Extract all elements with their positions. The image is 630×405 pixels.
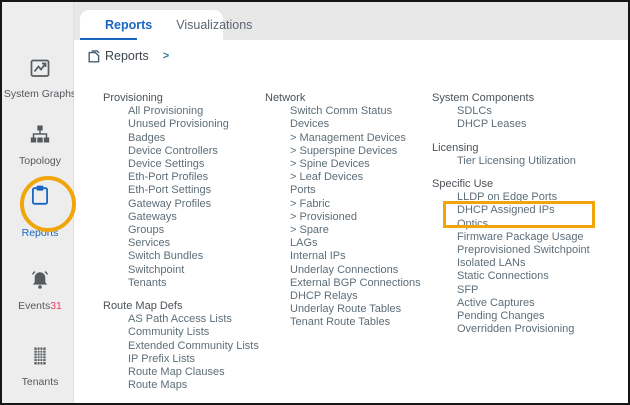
report-link-leaf-devices[interactable]: > Leaf Devices	[265, 171, 431, 184]
report-column-1: ProvisioningAll ProvisioningUnused Provi…	[103, 92, 263, 402]
report-section-route-map-defs: Route Map DefsAS Path Access ListsCommun…	[103, 300, 263, 392]
section-title: Provisioning	[103, 92, 263, 105]
report-link-device-controllers[interactable]: Device Controllers	[103, 145, 263, 158]
report-link-route-map-clauses[interactable]: Route Map Clauses	[103, 366, 263, 379]
report-link-services[interactable]: Services	[103, 237, 263, 250]
report-link-pending-changes[interactable]: Pending Changes	[432, 310, 630, 323]
report-link-tier-licensing-utilization[interactable]: Tier Licensing Utilization	[432, 155, 630, 168]
report-link-superspine-devices[interactable]: > Superspine Devices	[265, 145, 431, 158]
report-link-switch-comm-status[interactable]: Switch Comm Status	[265, 105, 431, 118]
report-link-sfp[interactable]: SFP	[432, 284, 630, 297]
report-link-active-captures[interactable]: Active Captures	[432, 297, 630, 310]
report-link-unused-provisioning[interactable]: Unused Provisioning	[103, 118, 263, 131]
report-column-3: System ComponentsSDLCsDHCP Leases Licensi…	[432, 92, 630, 346]
section-title: Licensing	[432, 142, 630, 155]
report-link-firmware-package-usage[interactable]: Firmware Package Usage	[432, 231, 630, 244]
breadcrumb-item[interactable]: Reports	[105, 49, 149, 63]
report-link-optics[interactable]: Optics	[432, 218, 630, 231]
report-link-eth-port-profiles[interactable]: Eth-Port Profiles	[103, 171, 263, 184]
report-link-dhcp-leases[interactable]: DHCP Leases	[432, 118, 630, 131]
report-link-as-path-access-lists[interactable]: AS Path Access Lists	[103, 313, 263, 326]
report-link-tenant-route-tables[interactable]: Tenant Route Tables	[265, 316, 431, 329]
report-link-spine-devices[interactable]: > Spine Devices	[265, 158, 431, 171]
report-link-switchpoint[interactable]: Switchpoint	[103, 264, 263, 277]
section-title: System Components	[432, 92, 630, 105]
sidebar-item-topology[interactable]: Topology	[2, 123, 78, 167]
report-link-underlay-connections[interactable]: Underlay Connections	[265, 264, 431, 277]
breadcrumb-chevron-icon: >	[163, 50, 169, 62]
report-link-spare[interactable]: > Spare	[265, 224, 431, 237]
sidebar-item-label: Tenants	[2, 376, 78, 388]
sidebar-item-system-graphs[interactable]: System Graphs	[2, 56, 78, 100]
report-link-isolated-lans[interactable]: Isolated LANs	[432, 257, 630, 270]
report-icon	[88, 50, 100, 63]
report-link-devices[interactable]: Devices	[265, 118, 431, 131]
breadcrumb: Reports >	[88, 49, 169, 63]
report-column-2: NetworkSwitch Comm StatusDevices> Manage…	[265, 92, 431, 340]
topology-icon	[28, 123, 52, 147]
tab-visualizations[interactable]: Visualizations	[164, 18, 264, 32]
line-chart-icon	[28, 56, 52, 80]
report-section-licensing: LicensingTier Licensing Utilization	[432, 142, 630, 168]
report-link-gateways[interactable]: Gateways	[103, 211, 263, 224]
report-link-lldp-on-edge-ports[interactable]: LLDP on Edge Ports	[432, 191, 630, 204]
main-panel: Reports > ProvisioningAll ProvisioningUn…	[74, 40, 628, 403]
report-link-sdlcs[interactable]: SDLCs	[432, 105, 630, 118]
report-section-system-components: System ComponentsSDLCsDHCP Leases	[432, 92, 630, 132]
report-link-extended-community-lists[interactable]: Extended Community Lists	[103, 340, 263, 353]
report-section-network: NetworkSwitch Comm StatusDevices> Manage…	[265, 92, 431, 330]
report-link-dhcp-relays[interactable]: DHCP Relays	[265, 290, 431, 303]
report-link-management-devices[interactable]: > Management Devices	[265, 132, 431, 145]
report-link-ports[interactable]: Ports	[265, 184, 431, 197]
sidebar-item-label: Events31	[2, 300, 78, 312]
sidebar-item-label: Topology	[2, 155, 78, 167]
report-link-preprovisioned-switchpoint[interactable]: Preprovisioned Switchpoint	[432, 244, 630, 257]
sidebar-item-events[interactable]: Events31	[2, 268, 78, 312]
sidebar-item-reports[interactable]: Reports	[2, 183, 78, 239]
section-title: Route Map Defs	[103, 300, 263, 313]
report-link-internal-ips[interactable]: Internal IPs	[265, 250, 431, 263]
report-link-switch-bundles[interactable]: Switch Bundles	[103, 250, 263, 263]
report-link-device-settings[interactable]: Device Settings	[103, 158, 263, 171]
report-section-provisioning: ProvisioningAll ProvisioningUnused Provi…	[103, 92, 263, 290]
tab-reports[interactable]: Reports	[80, 18, 164, 32]
section-title: Network	[265, 92, 431, 105]
report-link-ip-prefix-lists[interactable]: IP Prefix Lists	[103, 353, 263, 366]
active-tab-underline	[80, 38, 137, 41]
report-link-overridden-provisioning[interactable]: Overridden Provisioning	[432, 323, 630, 336]
app-window: System Graphs Topology Reports Events31 Tena…	[0, 0, 630, 405]
report-link-underlay-route-tables[interactable]: Underlay Route Tables	[265, 303, 431, 316]
report-link-badges[interactable]: Badges	[103, 132, 263, 145]
report-link-static-connections[interactable]: Static Connections	[432, 270, 630, 283]
report-link-all-provisioning[interactable]: All Provisioning	[103, 105, 263, 118]
building-icon	[28, 344, 52, 368]
sidebar-item-label: Reports	[2, 227, 78, 239]
report-link-fabric[interactable]: > Fabric	[265, 198, 431, 211]
sidebar: System GraphsTopologyReportsEvents31Tena…	[2, 2, 74, 403]
report-link-eth-port-settings[interactable]: Eth-Port Settings	[103, 184, 263, 197]
report-link-external-bgp-connections[interactable]: External BGP Connections	[265, 277, 431, 290]
bell-icon	[28, 268, 52, 292]
report-link-dhcp-assigned-ips[interactable]: DHCP Assigned IPs	[432, 204, 630, 217]
report-link-provisioned[interactable]: > Provisioned	[265, 211, 431, 224]
report-link-groups[interactable]: Groups	[103, 224, 263, 237]
report-link-community-lists[interactable]: Community Lists	[103, 326, 263, 339]
report-link-tenants[interactable]: Tenants	[103, 277, 263, 290]
sidebar-item-tenants[interactable]: Tenants	[2, 344, 78, 388]
report-link-gateway-profiles[interactable]: Gateway Profiles	[103, 198, 263, 211]
report-link-route-maps[interactable]: Route Maps	[103, 379, 263, 392]
report-link-lags[interactable]: LAGs	[265, 237, 431, 250]
sidebar-item-label: System Graphs	[2, 88, 78, 100]
section-title: Specific Use	[432, 178, 630, 191]
clipboard-icon	[28, 183, 52, 207]
events-count-badge: 31	[50, 300, 62, 312]
report-section-specific-use: Specific UseLLDP on Edge PortsDHCP Assig…	[432, 178, 630, 336]
tab-bar: ReportsVisualizations	[80, 10, 223, 40]
